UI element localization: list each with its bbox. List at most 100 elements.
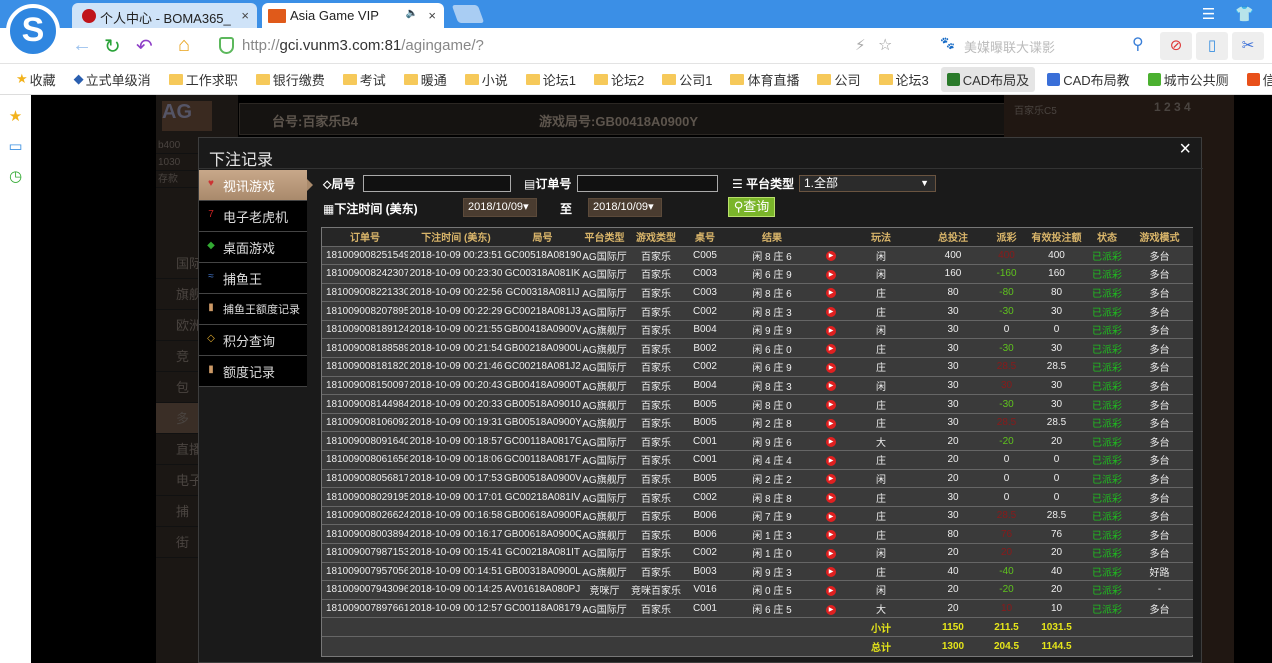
play-video-icon[interactable]: ▶ [826, 474, 836, 485]
play-video-icon[interactable]: ▶ [826, 418, 836, 429]
star-icon: ★ [16, 71, 28, 86]
address-bar: ← ↻ ↶ ⌂ http://gci.vunm3.com:81/agingame… [0, 28, 1272, 64]
order-input[interactable] [577, 175, 718, 192]
menu-item[interactable]: ▮ 额度记录 [199, 356, 307, 387]
sound-icon[interactable]: 🔈 [406, 8, 418, 19]
bookmark-label: 论坛3 [895, 72, 929, 88]
browser-logo: S [6, 4, 60, 58]
bet-time: 2018-10-09 00:20:43 [408, 375, 504, 395]
menu-item[interactable]: ◇ 积分查询 [199, 325, 307, 356]
game-mode: 多台 [1126, 598, 1193, 618]
record-menu: ♥ 视讯游戏 7 电子老虎机 ◆ 桌面游戏 ≈ 捕鱼王 ▮ 捕鱼王额度记录 ◇ 积分查询 ▮ 额度记录 [199, 170, 313, 387]
star-icon[interactable]: ☆ [878, 35, 892, 55]
menu-item[interactable]: 7 电子老虎机 [199, 201, 307, 232]
play-video-icon[interactable]: ▶ [826, 307, 836, 318]
play-video-icon[interactable]: ▶ [826, 400, 836, 411]
bookmark-item[interactable]: CAD布局及 [940, 66, 1036, 92]
search-icon[interactable]: ⚲ [1132, 34, 1144, 54]
play-video-icon[interactable]: ▶ [826, 362, 836, 373]
play-video-icon[interactable]: ▶ [826, 381, 836, 392]
lightning-icon[interactable]: ⚡ [855, 36, 866, 54]
close-icon[interactable]: × [1179, 138, 1191, 161]
valid-bet: 0 [1025, 450, 1088, 470]
game-type: 百家乐 [628, 319, 684, 339]
menu-icon[interactable]: ☰ [1202, 5, 1215, 23]
game-info-bar: 台号:百家乐B4 游戏局号:GB00418A0900Y [239, 103, 1029, 135]
game-mode: 多台 [1126, 301, 1193, 321]
phone-icon[interactable]: ▯ [1196, 32, 1228, 60]
search-input[interactable]: 美媒曝联大谍影 [964, 37, 1055, 56]
menu-item[interactable]: ▮ 捕鱼王额度记录 [199, 294, 307, 325]
round-input[interactable] [363, 175, 511, 192]
round-label: ⬦局号 [323, 177, 356, 191]
order-id: 181009008056817 [322, 468, 408, 488]
menu-item[interactable]: ♥ 视讯游戏 [199, 170, 313, 201]
bookmark-item[interactable]: 信用贷款 [1241, 67, 1272, 92]
scissors-icon[interactable]: ✂ [1232, 32, 1264, 60]
replay-cell: ▶ [818, 431, 844, 451]
play-video-icon[interactable]: ▶ [826, 455, 836, 466]
play-video-icon[interactable]: ▶ [826, 585, 836, 596]
bookmark-item[interactable]: CAD布局教 [1041, 67, 1135, 92]
empty-cell [684, 617, 726, 637]
bookmark-item[interactable]: ◆ 立式单级消 [68, 67, 157, 92]
play-video-icon[interactable]: ▶ [826, 251, 836, 262]
play-video-icon[interactable]: ▶ [826, 511, 836, 522]
tab-personal-center[interactable]: 个人中心 - BOMA365_ × [72, 3, 257, 28]
bookmark-item[interactable]: 考试 [337, 67, 392, 92]
bet-type: 庄 [844, 357, 918, 377]
replay-cell: ▶ [818, 561, 844, 581]
history-clock-icon[interactable]: ◷ [0, 167, 31, 185]
close-tab-icon[interactable]: × [428, 8, 436, 23]
play-video-icon[interactable]: ▶ [826, 288, 836, 299]
bookmark-item[interactable]: 工作求职 [163, 67, 244, 92]
play-video-icon[interactable]: ▶ [826, 493, 836, 504]
menu-item[interactable]: ◆ 桌面游戏 [199, 232, 307, 263]
bookmark-item[interactable]: 论坛2 [588, 67, 650, 92]
reload-icon[interactable]: ↻ [104, 34, 121, 59]
chevron-down-icon: ▼ [920, 178, 929, 188]
new-tab-button[interactable] [451, 5, 485, 23]
bookmark-item[interactable]: 公司1 [656, 67, 718, 92]
bookmark-item[interactable]: 小说 [459, 67, 514, 92]
play-video-icon[interactable]: ▶ [826, 437, 836, 448]
close-tab-icon[interactable]: × [241, 8, 249, 23]
home-icon[interactable]: ⌂ [178, 34, 190, 57]
menu-item[interactable]: ≈ 捕鱼王 [199, 263, 307, 294]
bookmark-item[interactable]: 城市公共厕 [1142, 67, 1235, 92]
platform-select[interactable]: 1.全部 ▼ [799, 175, 936, 192]
date-from-select[interactable]: 2018/10/09▾ [463, 198, 537, 217]
query-button[interactable]: ⚲查询 [728, 197, 775, 217]
play-video-icon[interactable]: ▶ [826, 604, 836, 615]
total-payout: 204.5 [988, 635, 1025, 656]
play-video-icon[interactable]: ▶ [826, 530, 836, 541]
play-video-icon[interactable]: ▶ [826, 548, 836, 559]
game-mode: 多台 [1126, 450, 1193, 470]
tablet-icon[interactable]: ▭ [0, 137, 31, 155]
bet-time: 2018-10-09 00:18:57 [408, 431, 504, 451]
adblock-icon[interactable]: ⊘ [1160, 32, 1192, 60]
date-to-select[interactable]: 2018/10/09▾ [588, 198, 662, 217]
bet-type: 庄 [844, 412, 918, 432]
back-icon[interactable]: ← [72, 34, 92, 57]
bookmark-item[interactable]: 银行缴费 [250, 67, 331, 92]
skin-icon[interactable]: 👕 [1235, 5, 1254, 23]
bookmark-item[interactable]: 论坛1 [520, 67, 582, 92]
total-bet: 30 [918, 505, 988, 525]
tab-asia-game-vip[interactable]: Asia Game VIP 🔈 × [262, 3, 444, 28]
play-video-icon[interactable]: ▶ [826, 269, 836, 280]
play-video-icon[interactable]: ▶ [826, 567, 836, 578]
undo-icon[interactable]: ↶ [136, 34, 153, 59]
bet-type: 大 [844, 598, 918, 618]
bookmark-item[interactable]: 暖通 [398, 67, 453, 92]
url-input[interactable]: http://gci.vunm3.com:81/agingame/? [242, 37, 484, 54]
play-video-icon[interactable]: ▶ [826, 325, 836, 336]
bookmark-item[interactable]: 公司 [811, 67, 866, 92]
bookmark-item[interactable]: 体育直播 [724, 67, 805, 92]
bookmark-item[interactable]: ★ 收藏 [10, 67, 62, 92]
bookmark-item[interactable]: 论坛3 [873, 67, 935, 92]
replay-cell: ▶ [818, 375, 844, 395]
favorites-icon[interactable]: ★ [0, 107, 31, 125]
total-bet: 20 [918, 450, 988, 470]
play-video-icon[interactable]: ▶ [826, 344, 836, 355]
